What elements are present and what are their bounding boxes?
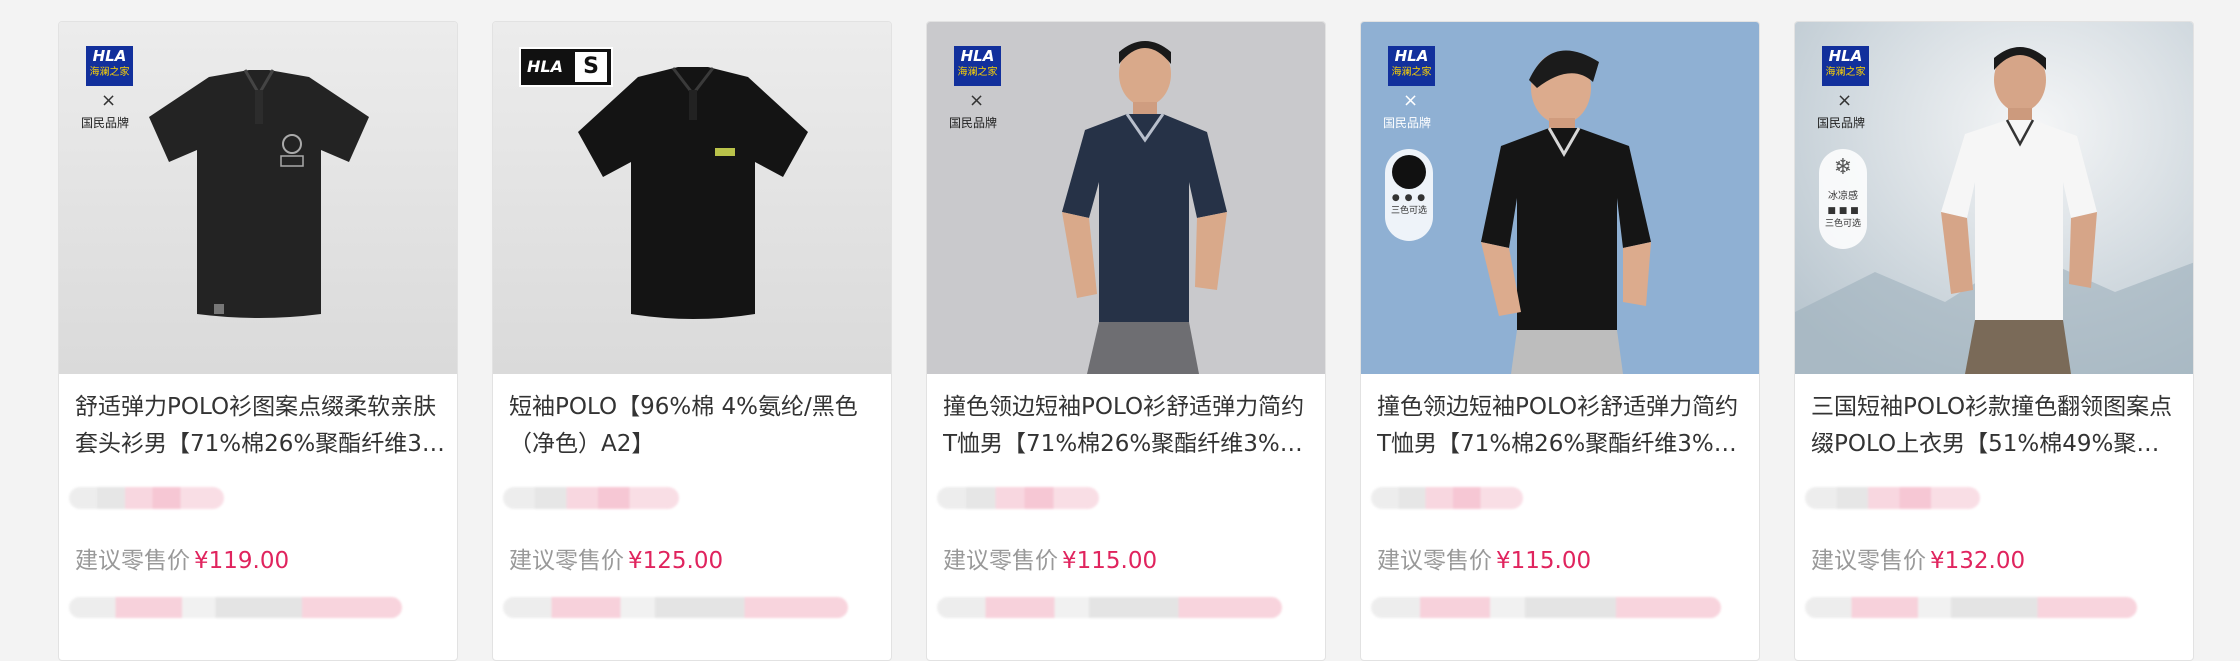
price-row: 建议零售价 ¥132.00 [1811,546,2025,576]
brand-logo: HLA S [519,47,613,87]
co-brand-label: 国民品牌 [1817,116,1866,130]
collab-cross: × [101,90,117,111]
blurred-promo [1371,597,1721,618]
product-card[interactable]: HLA 海澜之家 × 国民品牌 舒适弹力POLO衫图案点缀柔软亲肤套头衫男【71… [58,21,458,661]
swatch-label: 三色可选 [1824,219,1861,229]
price-label: 建议零售价 [1377,548,1492,574]
brand-logo: HLA 海澜之家 [86,46,133,86]
product-card[interactable]: HLA S 短袖POLO【96%棉 4%氨纶/黑色（净色）A2】 建议零售价 ¥1… [492,21,892,661]
product-title[interactable]: 三国短袖POLO衫款撞色翻领图案点缀POLO上衣男【51%棉49%聚酯纤维… [1811,389,2181,463]
price-value: ¥132.00 [1930,548,2026,574]
price-label: 建议零售价 [1811,548,1926,574]
price-row: 建议零售价 ¥125.00 [509,546,723,576]
price-row: 建议零售价 ¥115.00 [1377,546,1591,576]
swatch-dots: ■ ■ ■ [1827,206,1859,216]
price-value: ¥125.00 [628,548,724,574]
co-brand-label: 国民品牌 [949,116,998,130]
collab-cross: × [1837,90,1853,111]
product-card[interactable]: HLA 海澜之家 × 国民品牌 ❄ 冰凉感 ■ ■ ■ 三色可选 三国短袖POL… [1794,21,2194,661]
blurred-promo [1805,597,2137,618]
brand-logo: HLA 海澜之家 [1388,46,1435,86]
price-value: ¥119.00 [194,548,290,574]
cooling-feature-panel: ❄ 冰凉感 ■ ■ ■ 三色可选 [1819,149,1867,249]
price-label: 建议零售价 [509,548,624,574]
co-brand-label: 国民品牌 [81,116,130,130]
blurred-promo [503,597,848,618]
sub-brand-mark-icon: S [575,52,607,82]
price-label: 建议零售价 [75,548,190,574]
color-swatch-panel: ● ● ● 三色可选 [1385,149,1433,241]
product-title[interactable]: 撞色领边短袖POLO衫舒适弹力简约T恤男【71%棉26%聚酯纤维3%氨纶/… [943,389,1313,463]
swatch-label: 三色可选 [1390,206,1427,216]
product-title[interactable]: 短袖POLO【96%棉 4%氨纶/黑色（净色）A2】 [509,389,879,463]
price-row: 建议零售价 ¥115.00 [943,546,1157,576]
co-brand-label: 国民品牌 [1383,116,1432,130]
price-value: ¥115.00 [1496,548,1592,574]
blurred-tag [937,487,1099,509]
swatch-dots: ● ● ● [1391,193,1427,203]
collab-cross: × [1403,90,1419,111]
product-card[interactable]: HLA 海澜之家 × 国民品牌 撞色领边短袖POLO衫舒适弹力简约T恤男【71%… [926,21,1326,661]
product-title[interactable]: 撞色领边短袖POLO衫舒适弹力简约T恤男【71%棉26%聚酯纤维3%氨纶/… [1377,389,1747,463]
blurred-tag [1371,487,1523,509]
shirt-thumbnail-icon [1392,155,1426,189]
blurred-tag [1805,487,1980,509]
product-card[interactable]: HLA 海澜之家 × 国民品牌 ● ● ● 三色可选 撞色领边短袖POLO衫舒适… [1360,21,1760,661]
blurred-promo [69,597,402,618]
price-row: 建议零售价 ¥119.00 [75,546,289,576]
product-title[interactable]: 舒适弹力POLO衫图案点缀柔软亲肤套头衫男【71%棉26%聚酯纤维3%氨… [75,389,445,463]
price-value: ¥115.00 [1062,548,1158,574]
blurred-tag [503,487,679,509]
brand-logo: HLA 海澜之家 [1822,46,1869,86]
snowflake-icon: ❄ [1833,155,1853,180]
collab-cross: × [969,90,985,111]
blurred-tag [69,487,224,509]
product-grid: HLA 海澜之家 × 国民品牌 舒适弹力POLO衫图案点缀柔软亲肤套头衫男【71… [0,0,2240,661]
price-label: 建议零售价 [943,548,1058,574]
brand-logo: HLA 海澜之家 [954,46,1001,86]
blurred-promo [937,597,1282,618]
cool-label: 冰凉感 [1828,191,1858,202]
